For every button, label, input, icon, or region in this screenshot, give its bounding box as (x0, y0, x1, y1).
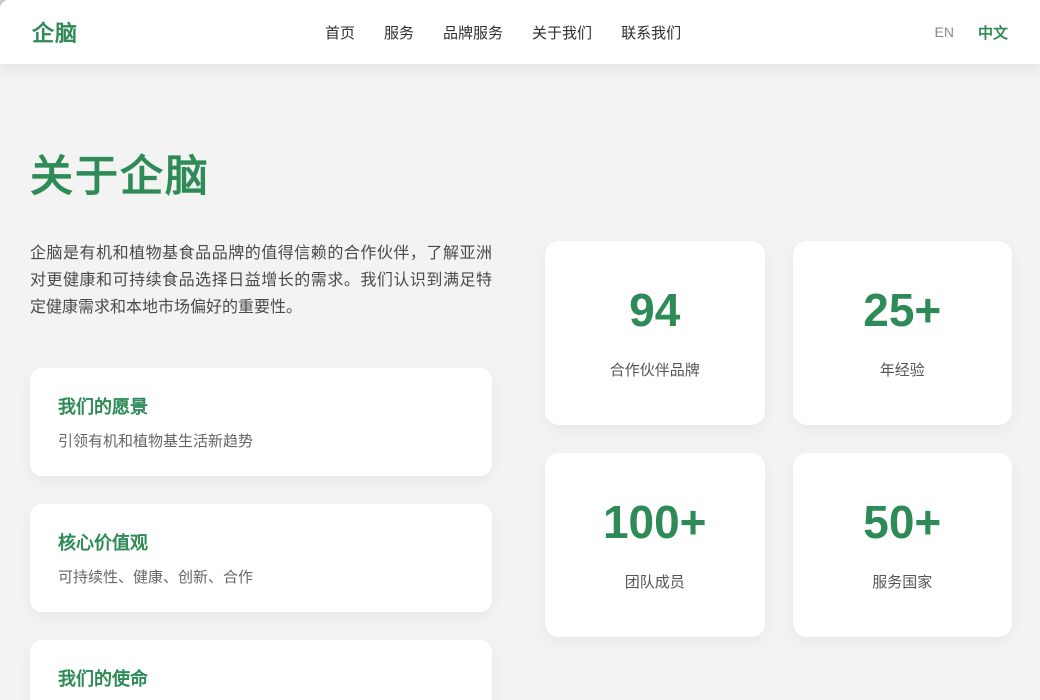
stat-label: 合作伙伴品牌 (610, 359, 700, 380)
stat-value: 100+ (603, 499, 707, 545)
vision-card-text: 引领有机和植物基生活新趋势 (58, 430, 464, 451)
stat-card-partner-brands: 94 合作伙伴品牌 (545, 241, 765, 425)
about-columns: 企脑是有机和植物基食品品牌的值得信赖的合作伙伴，了解亚洲对更健康和可持续食品选择… (30, 240, 1010, 700)
stat-card-team-members: 100+ 团队成员 (545, 453, 765, 637)
mission-card: 我们的使命 赋能品牌和消费者，共创更健康的未来 (30, 640, 492, 700)
stats-grid: 94 合作伙伴品牌 25+ 年经验 100+ 团队成员 50+ 服务国家 (545, 241, 1012, 637)
brand-logo[interactable]: 企脑 (32, 16, 78, 48)
nav-item-home[interactable]: 首页 (325, 25, 355, 42)
values-card-text: 可持续性、健康、创新、合作 (58, 566, 464, 587)
stat-value: 50+ (863, 499, 941, 545)
language-switch: EN 中文 (935, 22, 1008, 43)
navbar: 企脑 首页 服务 品牌服务 关于我们 联系我们 EN 中文 (0, 0, 1040, 64)
nav-item-contact[interactable]: 联系我们 (621, 25, 681, 42)
stat-value: 25+ (863, 287, 941, 333)
lang-option-en[interactable]: EN (935, 24, 954, 40)
main-nav: 首页 服务 品牌服务 关于我们 联系我们 (325, 0, 681, 64)
main-content: 关于企脑 企脑是有机和植物基食品品牌的值得信赖的合作伙伴，了解亚洲对更健康和可持… (0, 64, 1040, 700)
about-right-column: 94 合作伙伴品牌 25+ 年经验 100+ 团队成员 50+ 服务国家 (545, 240, 1012, 700)
stat-value: 94 (629, 287, 680, 333)
stat-label: 服务国家 (872, 571, 932, 592)
nav-item-about[interactable]: 关于我们 (532, 25, 592, 42)
about-description: 企脑是有机和植物基食品品牌的值得信赖的合作伙伴，了解亚洲对更健康和可持续食品选择… (30, 240, 492, 321)
stat-label: 年经验 (880, 359, 925, 380)
about-left-column: 企脑是有机和植物基食品品牌的值得信赖的合作伙伴，了解亚洲对更健康和可持续食品选择… (30, 240, 492, 700)
vision-card-title: 我们的愿景 (58, 393, 464, 419)
mission-card-title: 我们的使命 (58, 665, 464, 691)
stat-card-countries-served: 50+ 服务国家 (793, 453, 1013, 637)
page: 企脑 首页 服务 品牌服务 关于我们 联系我们 EN 中文 关于企脑 企脑是有机… (0, 0, 1040, 700)
values-card-title: 核心价值观 (58, 529, 464, 555)
stat-label: 团队成员 (625, 571, 685, 592)
vision-card: 我们的愿景 引领有机和植物基生活新趋势 (30, 368, 492, 476)
lang-option-zh[interactable]: 中文 (978, 22, 1008, 43)
page-title: 关于企脑 (30, 142, 1010, 204)
nav-item-services[interactable]: 服务 (384, 25, 414, 42)
stat-card-years-experience: 25+ 年经验 (793, 241, 1013, 425)
values-card: 核心价值观 可持续性、健康、创新、合作 (30, 504, 492, 612)
nav-item-brand-services[interactable]: 品牌服务 (443, 25, 503, 42)
